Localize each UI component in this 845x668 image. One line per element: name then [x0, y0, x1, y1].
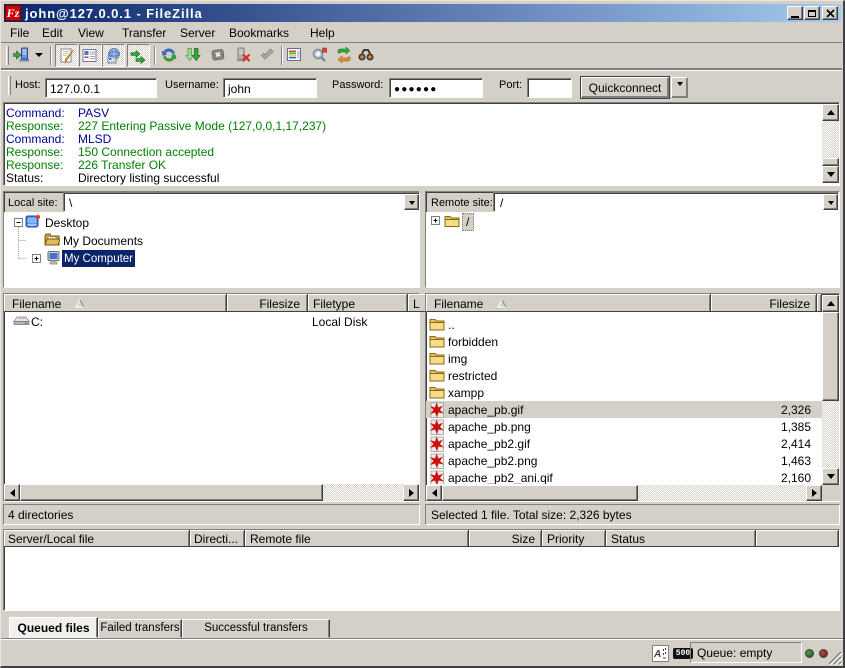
svg-text:A: A — [654, 649, 661, 660]
